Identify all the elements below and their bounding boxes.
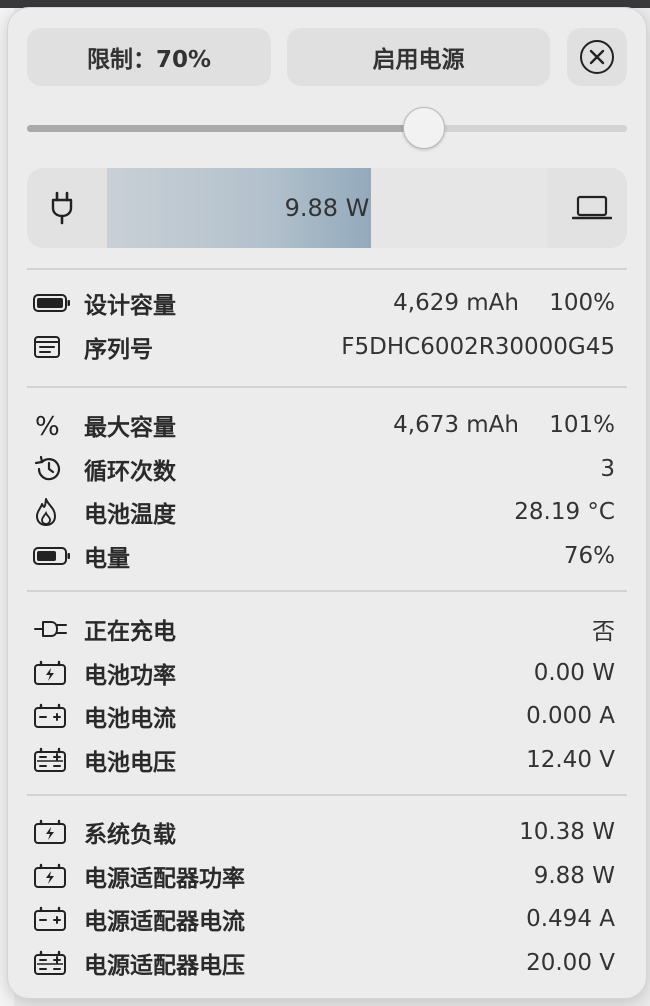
serial-number-icon: [33, 327, 73, 367]
adapter-power-icon: [33, 856, 73, 896]
info-label: 设计容量: [84, 293, 176, 319]
info-row: 电池电流 0.000 A: [33, 696, 615, 736]
info-row: 正在充电 否: [33, 609, 615, 649]
info-label: 电源适配器电压: [84, 952, 245, 979]
info-value-group: 4,629 mAh 100%: [393, 290, 615, 316]
info-value: 否: [592, 619, 615, 645]
info-value-group: 0.00 W: [534, 660, 615, 686]
battery-voltage-icon: [33, 740, 73, 780]
info-label: 正在充电: [84, 619, 176, 645]
adapter-voltage-icon: [33, 943, 73, 983]
system-load-icon: [33, 812, 73, 852]
charge-limit-label: 限制：70%: [86, 47, 212, 73]
info-label: 循环次数: [84, 458, 176, 485]
info-label: 电池温度: [84, 502, 176, 528]
info-value-group: 0.494 A: [526, 906, 615, 932]
power-value: 9.88 W: [284, 194, 370, 222]
battery-power-icon: [33, 653, 73, 693]
info-label: 电源适配器电流: [84, 909, 245, 935]
info-label: 系统负载: [84, 822, 176, 848]
info-row: % 最大容量 4,673 mAh 101%: [33, 405, 615, 445]
info-row: 电量 76%: [33, 536, 615, 576]
info-row: 电源适配器功率 9.88 W: [33, 856, 615, 896]
info-label: 电源适配器功率: [84, 865, 245, 892]
info-value: 3: [600, 455, 615, 482]
info-row: 电源适配器电压 20.00 V: [33, 943, 615, 983]
info-value: 0.494 A: [526, 906, 615, 932]
info-label: 电池电流: [84, 706, 176, 732]
info-value: 20.00 V: [526, 949, 615, 976]
charging-plug-icon: [33, 609, 73, 649]
info-value: F5DHC6002R30000G45: [341, 333, 615, 360]
charge-limit-slider[interactable]: [27, 107, 627, 149]
info-label: 最大容量: [84, 415, 176, 441]
charge-limit-button[interactable]: 限制：70%: [27, 28, 271, 86]
info-value-group: 28.19 °C: [514, 499, 615, 525]
info-row: 电池功率 0.00 W: [33, 653, 615, 693]
info-value: 9.88 W: [533, 862, 615, 889]
info-label: 电池电压: [84, 749, 176, 776]
info-value-group: 9.88 W: [534, 863, 615, 889]
info-value-group: F5DHC6002R30000G45: [341, 334, 615, 360]
info-value-group: 20.00 V: [526, 950, 615, 976]
info-value-group: 3: [600, 456, 615, 482]
info-row: 设计容量 4,629 mAh 100%: [33, 283, 615, 323]
power-bar: 9.88 W: [107, 168, 547, 248]
enable-power-label: 启用电源: [372, 47, 465, 73]
info-value: 4,629 mAh: [393, 290, 519, 316]
percent-icon: %: [33, 405, 73, 445]
slider-knob[interactable]: [403, 107, 445, 149]
info-value: 12.40 V: [526, 746, 615, 773]
battery-full-icon: [33, 283, 73, 323]
info-value-group: 76%: [564, 543, 615, 569]
info-label: 序列号: [84, 336, 153, 363]
info-value: 10.38 W: [519, 819, 615, 845]
svg-text:%: %: [35, 412, 60, 438]
section-divider: [27, 268, 627, 270]
power-flow-bar: 9.88 W: [27, 168, 627, 248]
info-percent: 100%: [549, 290, 615, 316]
info-row: 系统负载 10.38 W: [33, 812, 615, 852]
battery-panel: 限制：70% 启用电源 9.88 W 设计容量 4,629 mAh 100% 序…: [7, 7, 647, 999]
info-row: 序列号 F5DHC6002R30000G45: [33, 327, 615, 367]
info-row: 循环次数 3: [33, 449, 615, 489]
power-plug-icon: [27, 168, 97, 248]
info-value-group: 10.38 W: [519, 819, 615, 845]
info-label: 电量: [84, 545, 130, 572]
info-label: 电池功率: [84, 662, 176, 689]
slider-fill: [27, 125, 423, 132]
close-icon: [580, 40, 614, 74]
info-row: 电池温度 28.19 °C: [33, 492, 615, 532]
info-row: 电池电压 12.40 V: [33, 740, 615, 780]
section-divider: [27, 386, 627, 388]
info-value-group: 0.000 A: [526, 703, 615, 729]
info-value-group: 否: [592, 612, 615, 646]
section-divider: [27, 794, 627, 796]
battery-current-icon: [33, 696, 73, 736]
flame-icon: [33, 492, 73, 532]
info-row: 电源适配器电流 0.494 A: [33, 899, 615, 939]
adapter-current-icon: [33, 899, 73, 939]
info-value: 4,673 mAh: [393, 412, 519, 438]
info-value-group: 4,673 mAh 101%: [393, 412, 615, 438]
battery-level-icon: [33, 536, 73, 576]
close-button[interactable]: [567, 28, 627, 86]
info-value-group: 12.40 V: [526, 747, 615, 773]
section-divider: [27, 590, 627, 592]
info-value: 0.00 W: [533, 659, 615, 686]
enable-power-button[interactable]: 启用电源: [287, 28, 550, 86]
info-value: 0.000 A: [526, 703, 615, 729]
info-percent: 101%: [549, 412, 615, 438]
info-value: 28.19 °C: [514, 499, 615, 525]
info-value: 76%: [563, 542, 615, 569]
laptop-icon: [557, 168, 627, 248]
cycle-history-icon: [33, 449, 73, 489]
